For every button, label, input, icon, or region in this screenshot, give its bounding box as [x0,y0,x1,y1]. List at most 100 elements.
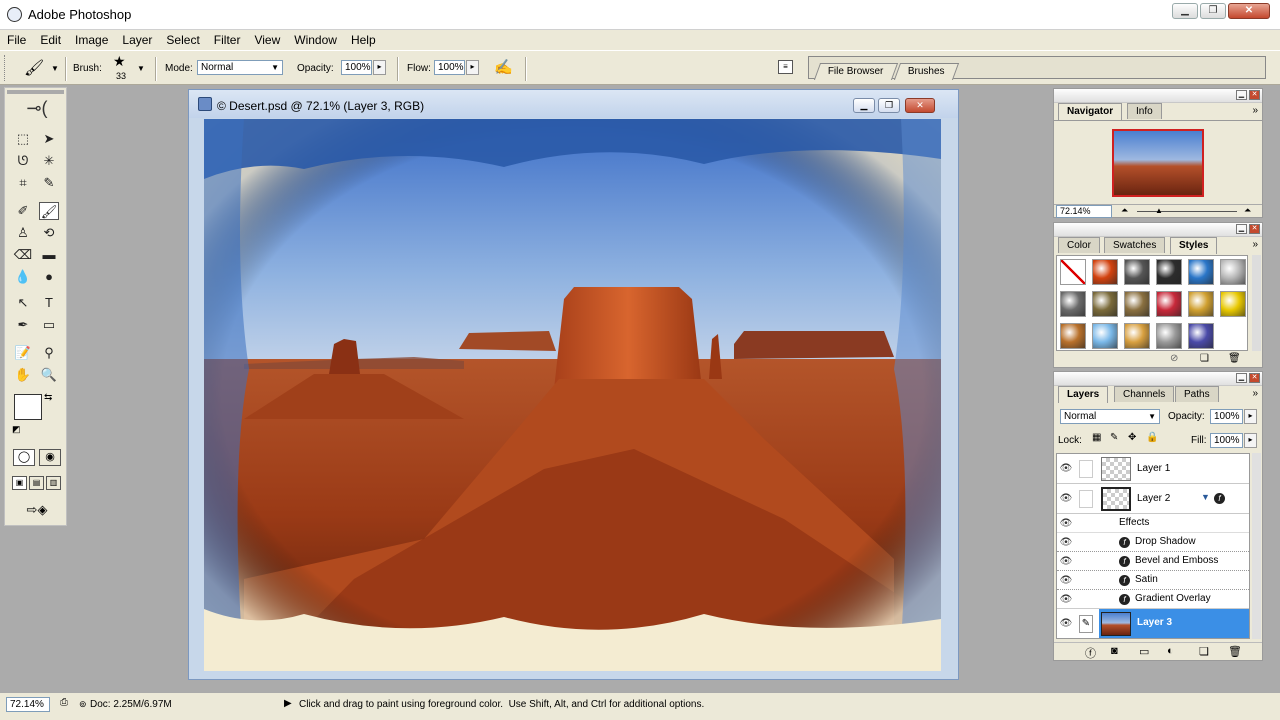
layers-scrollbar[interactable] [1252,453,1261,639]
navigator-thumbnail[interactable] [1112,129,1204,197]
panel-minimize-icon[interactable]: ▁ [1236,373,1247,383]
trash-icon[interactable]: 🗑 [1228,353,1241,364]
eye-icon[interactable]: 👁 [1059,573,1073,589]
eye-icon[interactable]: 👁 [1059,592,1073,608]
layers-opacity-input[interactable]: 100% [1210,409,1243,424]
flow-slider-button[interactable]: ▸ [466,60,479,75]
type-tool-icon[interactable]: T [39,294,59,312]
style-swatch[interactable] [1092,291,1118,317]
default-colors-icon[interactable]: ◩ [12,424,21,435]
panel-menu-icon[interactable]: » [1252,239,1258,250]
tab-layers[interactable]: Layers [1058,386,1109,403]
trash-icon[interactable]: 🗑 [1228,645,1242,658]
doc-minimize-button[interactable]: ▁ [853,98,875,113]
brush-tool-preset-icon[interactable]: 🖌 [24,58,44,78]
style-swatch[interactable] [1220,259,1246,285]
effect-row-gradient-overlay[interactable]: 👁 f Gradient Overlay [1057,590,1249,609]
style-swatch[interactable] [1156,259,1182,285]
effects-row[interactable]: 👁 Effects [1057,514,1249,533]
eyedropper-tool-icon[interactable]: ⚲ [39,344,59,362]
menu-window[interactable]: Window [287,33,344,47]
zoom-slider-track[interactable] [1137,211,1237,212]
eye-icon[interactable]: 👁 [1059,535,1073,551]
tab-channels[interactable]: Channels [1114,386,1175,402]
brush-tool-icon[interactable]: 🖌 [39,202,59,220]
style-swatch[interactable] [1060,291,1086,317]
style-swatch[interactable] [1188,259,1214,285]
minimize-button[interactable]: ▁ [1172,3,1198,19]
style-swatch[interactable] [1060,323,1086,349]
tab-navigator[interactable]: Navigator [1058,103,1123,120]
layer-row-layer-3[interactable]: 👁 ✎ Layer 3 [1057,609,1249,638]
brush-tip-icon[interactable]: ★ [113,53,126,70]
style-swatch[interactable] [1156,323,1182,349]
styles-scrollbar[interactable] [1252,255,1261,351]
document-title-bar[interactable]: © Desert.psd @ 72.1% (Layer 3, RGB) ▁ ❐ … [189,90,958,118]
navigator-zoom-input[interactable]: 72.14% [1056,205,1112,218]
close-button[interactable]: ✕ [1228,3,1270,19]
layer-link-slot[interactable] [1079,460,1093,478]
style-swatch[interactable] [1124,259,1150,285]
blur-tool-icon[interactable]: 💧 [13,268,33,286]
palette-menu-icon[interactable]: ≡ [778,60,793,74]
tool-preset-dropdown-icon[interactable]: ▼ [51,64,59,73]
dodge-tool-icon[interactable]: ● [39,268,59,286]
layer-link-slot[interactable] [1079,490,1093,508]
tab-color[interactable]: Color [1058,237,1100,253]
style-swatch[interactable] [1188,291,1214,317]
style-swatch[interactable] [1124,323,1150,349]
effects-expand-icon[interactable]: ▼ [1201,492,1210,502]
no-style-icon[interactable]: ⊘ [1170,353,1178,364]
quick-mask-mode-icon[interactable]: ◉ [39,449,61,466]
style-swatch[interactable] [1124,291,1150,317]
style-swatch[interactable] [1060,259,1086,285]
add-mask-icon[interactable]: ◙ [1111,645,1118,657]
panel-menu-icon[interactable]: » [1252,105,1258,116]
layer-row-layer-1[interactable]: 👁 Layer 1 [1057,454,1249,484]
standard-screen-mode-icon[interactable]: ▣ [12,476,27,490]
pen-tool-icon[interactable]: ✒ [13,316,33,334]
zoom-in-icon[interactable]: ⏶ [1244,205,1251,216]
healing-brush-tool-icon[interactable]: ✐ [13,202,33,220]
panel-menu-icon[interactable]: » [1252,388,1258,399]
full-screen-mode-icon[interactable]: ▥ [46,476,61,490]
status-zoom-input[interactable]: 72.14% [6,697,50,712]
mode-select[interactable]: Normal ▼ [197,60,283,75]
image-canvas[interactable] [204,119,941,671]
style-swatch[interactable] [1220,291,1246,317]
style-swatch[interactable] [1188,323,1214,349]
restore-button[interactable]: ❐ [1200,3,1226,19]
rectangle-tool-icon[interactable]: ▭ [39,316,59,334]
new-set-icon[interactable]: ▭ [1139,645,1149,658]
zoom-slider-thumb[interactable]: ▲ [1155,206,1163,215]
eye-icon[interactable]: 👁 [1059,516,1073,532]
opacity-input[interactable]: 100% [341,60,372,75]
path-selection-tool-icon[interactable]: ↖ [13,294,33,312]
fill-slider-button[interactable]: ▸ [1244,433,1257,448]
toolbox-grip[interactable] [7,90,64,94]
blend-mode-select[interactable]: Normal ▼ [1060,409,1160,424]
effect-row-satin[interactable]: 👁 f Satin [1057,571,1249,590]
eraser-tool-icon[interactable]: ⌫ [13,246,33,264]
new-style-icon[interactable]: ❏ [1200,353,1209,364]
marquee-tool-icon[interactable]: ⬚ [13,130,33,148]
fill-input[interactable]: 100% [1210,433,1243,448]
menu-edit[interactable]: Edit [33,33,68,47]
notes-tool-icon[interactable]: 📝 [13,344,33,362]
lock-all-icon[interactable]: 🔒 [1146,432,1158,443]
history-brush-tool-icon[interactable]: ⟲ [39,224,59,242]
effect-row-drop-shadow[interactable]: 👁 f Drop Shadow [1057,533,1249,552]
panel-close-icon[interactable]: ✕ [1249,373,1260,383]
status-menu-arrow-icon[interactable]: ▶ [284,698,292,709]
panel-title-bar[interactable] [1054,223,1262,237]
lock-transparency-icon[interactable]: ▦ [1092,432,1101,443]
adobe-online-icon[interactable]: ⊸( [11,98,63,124]
panel-title-bar[interactable] [1054,89,1262,103]
lock-image-icon[interactable]: ✎ [1110,432,1118,443]
style-swatch[interactable] [1092,259,1118,285]
zoom-out-icon[interactable]: ⏶ [1121,205,1128,216]
menu-help[interactable]: Help [344,33,383,47]
clone-stamp-tool-icon[interactable]: ♙ [13,224,33,242]
layer-row-layer-2[interactable]: 👁 Layer 2 ▼ f [1057,484,1249,514]
foreground-color-swatch[interactable] [14,394,42,420]
